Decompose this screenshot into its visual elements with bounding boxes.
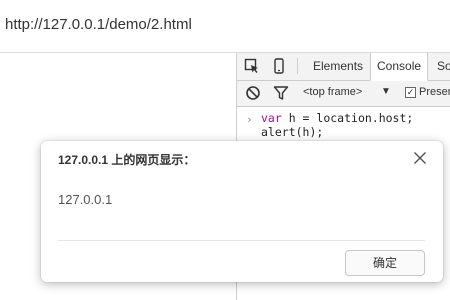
code-text: alert(h);	[261, 125, 324, 139]
close-icon[interactable]	[412, 150, 428, 166]
context-selector[interactable]: <top frame>	[303, 86, 362, 98]
address-url[interactable]: http://127.0.0.1/demo/2.html	[5, 16, 192, 33]
preserve-log-label: Preser	[419, 86, 450, 98]
ok-button[interactable]: 确定	[345, 250, 425, 276]
chevron-down-icon[interactable]: ▼	[381, 86, 391, 97]
dialog-divider	[58, 240, 425, 241]
devtools-tabbar: Elements Console So	[237, 53, 450, 81]
clear-console-icon[interactable]	[245, 85, 261, 101]
tab-elements[interactable]: Elements	[307, 53, 369, 80]
code-text: h = location.host;	[281, 111, 414, 125]
tab-console[interactable]: Console	[370, 53, 429, 81]
code-line: alert(h);	[261, 125, 323, 139]
filter-icon[interactable]	[273, 85, 289, 101]
alert-dialog: 127.0.0.1 上的网页显示： 127.0.0.1 确定	[41, 141, 443, 282]
inspect-icon[interactable]	[244, 58, 260, 74]
code-keyword: var	[261, 111, 282, 125]
dialog-message: 127.0.0.1	[58, 192, 113, 207]
preserve-log-checkbox[interactable]: ✓	[405, 87, 416, 98]
device-toggle-icon[interactable]	[271, 58, 287, 74]
code-line: var h = location.host;	[261, 111, 413, 125]
console-toolbar: <top frame> ▼ ✓ Preser	[237, 81, 450, 107]
address-bar[interactable]: http://127.0.0.1/demo/2.html	[0, 0, 450, 53]
console-prompt-icon: ›	[246, 113, 253, 126]
tabbar-separator	[297, 58, 298, 74]
dialog-title: 127.0.0.1 上的网页显示：	[58, 153, 196, 167]
tab-sources[interactable]: So	[431, 53, 450, 80]
